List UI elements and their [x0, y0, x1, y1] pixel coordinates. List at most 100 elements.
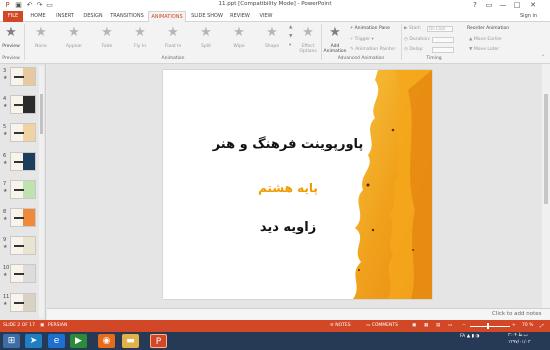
spellcheck-icon[interactable]: ▣: [40, 323, 44, 328]
thumbnail-art: [23, 293, 35, 311]
normal-view-icon[interactable]: ▣: [412, 323, 416, 328]
file-explorer-icon[interactable]: ▬: [122, 334, 139, 348]
sign-in-link[interactable]: Sign in: [520, 11, 537, 22]
move-earlier-label: Move Earlier: [473, 37, 502, 42]
thumbnail-scrollbar[interactable]: [39, 66, 44, 318]
ribbon-tabs: FILE HOME INSERT DESIGN TRANSITIONS ANIM…: [0, 11, 550, 23]
animation-wipe[interactable]: ★ Wipe: [224, 25, 254, 55]
zoom-level[interactable]: 70 %: [522, 323, 533, 328]
animation-fly-in[interactable]: ★ Fly In: [125, 25, 155, 55]
move-later-button[interactable]: ▼ Move Later: [469, 47, 499, 52]
slide-subtitle-topic[interactable]: زاویه دید: [188, 220, 388, 235]
animation-painter-label: Animation Painter: [355, 47, 396, 52]
language-indicator[interactable]: PERSIAN: [48, 323, 67, 328]
slide-counter: SLIDE 2 OF 17: [3, 323, 36, 328]
slide-subtitle-grade[interactable]: پایه هشتم: [188, 181, 388, 195]
firefox-icon[interactable]: ◉: [98, 334, 115, 348]
slide-thumbnail-image[interactable]: [10, 264, 36, 284]
thumbnail-art: [23, 180, 35, 198]
slide-title[interactable]: پاورپوینت فرهنگ و هنر: [188, 137, 388, 152]
trigger-button[interactable]: ⚡ Trigger ▾: [350, 37, 374, 42]
shape-star-icon: ★: [266, 25, 278, 40]
add-animation-button[interactable]: ★ Add Animation: [322, 25, 348, 55]
tab-slide-show[interactable]: SLIDE SHOW: [190, 11, 224, 22]
tray-icons[interactable]: ▲ ▮ ◑: [467, 334, 480, 339]
maximize-button[interactable]: □: [510, 0, 524, 11]
slide-thumbnail-pane: 3 ★ 4 ★ 5 ★ 6 ★ 7 ★ 8 ★ 9 ★ 10 ★ 11 ★: [0, 64, 46, 320]
slide-scroll-thumb[interactable]: [544, 94, 548, 204]
delay-input[interactable]: [432, 47, 454, 53]
slide-thumbnail-image[interactable]: [10, 236, 36, 256]
current-slide[interactable]: پاورپوینت فرهنگ و هنر پایه هشتم زاویه دی…: [163, 70, 432, 299]
powerpoint-taskbar-icon[interactable]: P: [150, 334, 167, 348]
slide-thumbnail-image[interactable]: [10, 151, 36, 171]
slide-thumbnail-number: 11: [3, 293, 10, 300]
media-player-icon[interactable]: ▶: [70, 334, 87, 348]
zoom-in-button[interactable]: +: [512, 323, 516, 328]
clock-time[interactable]: ۳:۰۴ ب.ظ: [508, 333, 528, 338]
split-star-icon: ★: [200, 25, 212, 40]
slide-thumbnail-image[interactable]: [10, 208, 36, 227]
internet-explorer-icon[interactable]: e: [48, 334, 65, 348]
effect-options-star-icon: ★: [302, 25, 314, 40]
effect-options-button[interactable]: ★ Effect Options: [296, 25, 320, 55]
float-in-star-icon: ★: [167, 25, 179, 40]
animation-painter-button[interactable]: ✎ Animation Painter: [350, 47, 395, 52]
animation-group-label: Animation: [161, 56, 185, 61]
collapse-ribbon-icon[interactable]: ⌃: [541, 55, 545, 60]
preview-star-icon: ★: [5, 25, 17, 40]
animation-fade[interactable]: ★ Fade: [92, 25, 122, 55]
slide-thumbnail-image[interactable]: [10, 67, 36, 86]
minimize-button[interactable]: —: [496, 0, 510, 11]
ribbon-display-button[interactable]: ▭: [482, 0, 496, 11]
animation-none-label: None: [35, 44, 47, 49]
zoom-out-button[interactable]: −: [462, 323, 466, 328]
close-button[interactable]: ✕: [526, 0, 540, 11]
slideshow-view-icon[interactable]: ▭: [448, 323, 452, 328]
clock-date[interactable]: ۱۳۹۷/۰۱/۰۳: [508, 340, 530, 345]
help-button[interactable]: ?: [468, 0, 482, 11]
slide-thumbnail-image[interactable]: [10, 123, 36, 143]
slide-thumbnail-image[interactable]: [10, 292, 36, 312]
slide-thumbnail-image[interactable]: [10, 95, 36, 115]
tab-review[interactable]: REVIEW: [227, 11, 253, 22]
animations-ribbon: ★ Preview Preview ★ None ★ Appear ★ Fade…: [0, 22, 550, 64]
animation-none[interactable]: ★ None: [26, 25, 56, 55]
tab-home[interactable]: HOME: [26, 11, 50, 22]
start-button-icon[interactable]: ⊞: [3, 334, 20, 348]
notes-toggle[interactable]: ≡ NOTES: [330, 323, 351, 328]
language-tray[interactable]: FA: [460, 334, 465, 339]
animation-shape[interactable]: ★ Shape: [257, 25, 287, 55]
tab-view[interactable]: VIEW: [255, 11, 277, 22]
thumbnail-text-line: [14, 132, 24, 135]
telegram-icon[interactable]: ➤: [25, 334, 42, 348]
slide-vertical-scrollbar[interactable]: [542, 64, 550, 308]
preview-button[interactable]: ★ Preview: [0, 25, 22, 55]
slide-thumbnail-image[interactable]: [10, 179, 36, 199]
animation-float-in[interactable]: ★ Float In: [158, 25, 188, 55]
slide-sorter-icon[interactable]: ▦: [424, 323, 428, 328]
animation-appear[interactable]: ★ Appear: [59, 25, 89, 55]
reorder-animation-title: Reorder Animation: [467, 26, 510, 31]
comments-toggle[interactable]: ▭ COMMENTS: [366, 323, 398, 328]
gallery-scroll-down-icon[interactable]: ▼: [289, 34, 292, 39]
duration-input[interactable]: [432, 37, 454, 43]
gallery-scroll-up-icon[interactable]: ▲: [289, 25, 292, 30]
group-divider: [401, 24, 402, 60]
zoom-slider-thumb[interactable]: [487, 323, 489, 329]
tab-design[interactable]: DESIGN: [80, 11, 106, 22]
tab-file[interactable]: FILE: [3, 11, 23, 22]
move-earlier-button[interactable]: ▲ Move Earlier: [469, 37, 502, 42]
gallery-more-icon[interactable]: ▾: [289, 43, 291, 48]
animation-split[interactable]: ★ Split: [191, 25, 221, 55]
fit-slide-icon[interactable]: ⤢: [540, 323, 544, 329]
tab-transitions[interactable]: TRANSITIONS: [108, 11, 146, 22]
zoom-slider[interactable]: [470, 326, 510, 327]
thumbnail-art: [23, 209, 35, 226]
tab-insert[interactable]: INSERT: [52, 11, 78, 22]
reading-view-icon[interactable]: ▤: [436, 323, 440, 328]
start-select[interactable]: On Click: [427, 26, 453, 32]
thumbnail-scroll-thumb[interactable]: [40, 94, 43, 134]
animation-pane-button[interactable]: ⚡ Animation Pane: [350, 26, 390, 31]
notes-pane[interactable]: Click to add notes: [47, 308, 550, 320]
